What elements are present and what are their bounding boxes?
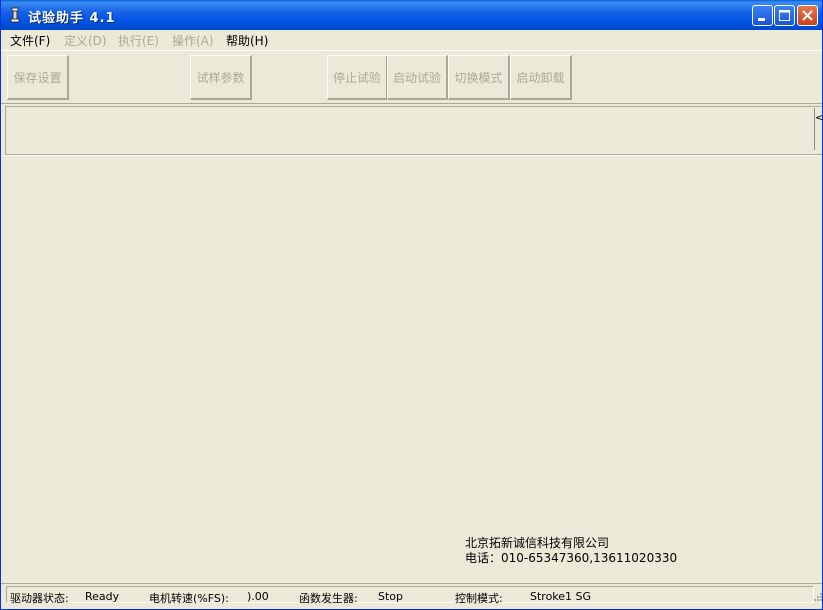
- specimen-params-button[interactable]: 试样参数: [190, 55, 252, 100]
- motor-speed-label: 电机转速(%FS):: [149, 592, 229, 605]
- app-icon: [10, 7, 20, 23]
- app-window: 试验助手 4.1 文件(F) 定义(D) 执行(E) 操作(A) 帮助(H) 保…: [0, 0, 823, 610]
- secondary-panel: [5, 106, 822, 155]
- motor-speed-value: ).00: [247, 590, 269, 603]
- toolbar: 保存设置 试样参数 停止试验 启动试验 切换模式 启动卸载: [1, 50, 822, 104]
- company-phone: 电话：010-65347360,13611020330: [465, 551, 678, 565]
- maximize-icon: [779, 10, 790, 21]
- control-mode-label: 控制模式:: [455, 592, 503, 605]
- start-test-button[interactable]: 启动试验: [387, 55, 448, 100]
- main-workspace: [5, 155, 822, 580]
- maximize-button[interactable]: [774, 5, 795, 26]
- start-unload-button[interactable]: 启动卸载: [510, 55, 572, 100]
- save-settings-button[interactable]: 保存设置: [7, 55, 69, 100]
- close-button[interactable]: [797, 5, 818, 26]
- control-mode-value: Stroke1 SG: [530, 590, 592, 603]
- status-bar: 驱动器状态: Ready 电机转速(%FS): ).00 函数发生器: Stop…: [1, 583, 822, 605]
- driver-status-value: Ready: [85, 590, 120, 603]
- close-icon: [802, 10, 813, 21]
- minimize-button[interactable]: [752, 5, 773, 26]
- company-name: 北京拓新诚信科技有限公司: [465, 536, 610, 550]
- menu-define[interactable]: 定义(D): [64, 32, 107, 49]
- company-info: 北京拓新诚信科技有限公司 电话：010-65347360,13611020330: [465, 536, 677, 566]
- driver-status-label: 驱动器状态:: [10, 592, 69, 605]
- menu-help[interactable]: 帮助(H): [226, 32, 268, 49]
- menu-execute[interactable]: 执行(E): [118, 32, 159, 49]
- minimize-icon: [758, 18, 765, 21]
- window-title: 试验助手 4.1: [28, 11, 116, 26]
- panel-scroll-glyph-icon[interactable]: <: [815, 111, 822, 124]
- function-generator-value: Stop: [378, 590, 404, 603]
- menu-file[interactable]: 文件(F): [10, 32, 50, 49]
- menu-bar: 文件(F) 定义(D) 执行(E) 操作(A) 帮助(H): [1, 30, 822, 49]
- stop-test-button[interactable]: 停止试验: [327, 55, 388, 100]
- menu-operate[interactable]: 操作(A): [172, 32, 214, 49]
- resize-grip-icon[interactable]: [813, 592, 823, 602]
- function-generator-label: 函数发生器:: [299, 592, 358, 605]
- switch-mode-button[interactable]: 切换模式: [448, 55, 510, 100]
- status-panel: 驱动器状态: Ready 电机转速(%FS): ).00 函数发生器: Stop…: [6, 586, 814, 605]
- title-bar[interactable]: 试验助手 4.1: [1, 0, 822, 30]
